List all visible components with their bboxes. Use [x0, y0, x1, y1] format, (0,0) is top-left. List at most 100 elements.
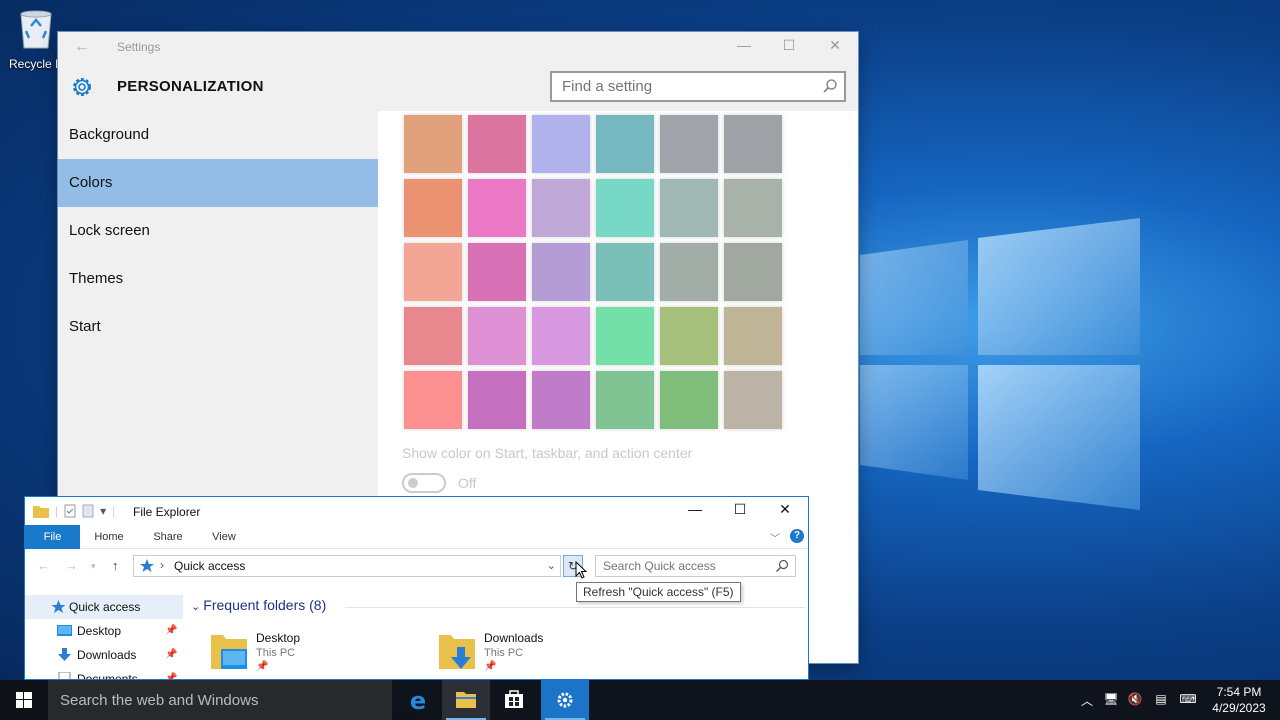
folder-icon — [33, 506, 49, 518]
show-hidden-icons-icon[interactable]: ︿ — [1078, 692, 1096, 708]
color-swatch[interactable] — [404, 179, 462, 237]
edge-icon: e — [410, 687, 426, 715]
store-icon — [505, 690, 523, 708]
taskbar-clock[interactable]: 7:54 PM 4/29/2023 — [1206, 684, 1272, 716]
color-swatch[interactable] — [660, 307, 718, 365]
maximize-button[interactable]: ☐ — [725, 501, 755, 521]
color-swatch[interactable] — [468, 179, 526, 237]
color-swatch[interactable] — [404, 371, 462, 429]
search-input[interactable] — [552, 73, 812, 100]
accent-color-grid — [404, 115, 782, 429]
forward-arrow-icon[interactable]: → — [65, 558, 78, 573]
properties-icon[interactable] — [64, 504, 76, 518]
expand-ribbon-icon[interactable]: ﹀ — [770, 530, 780, 545]
color-swatch[interactable] — [724, 371, 782, 429]
color-swatch[interactable] — [532, 371, 590, 429]
help-icon[interactable]: ? — [790, 529, 804, 543]
color-swatch[interactable] — [724, 115, 782, 173]
color-swatch[interactable] — [404, 243, 462, 301]
tab-share[interactable]: Share — [147, 525, 189, 549]
find-setting-search[interactable] — [550, 71, 846, 102]
color-swatch[interactable] — [660, 243, 718, 301]
minimize-button[interactable]: — — [680, 501, 710, 521]
close-button[interactable]: ✕ — [770, 501, 800, 521]
pin-icon: 📌 — [165, 673, 178, 680]
address-bar-row: ← → ▾ ↑ › Quick access ⌄ ↻ — [25, 549, 808, 583]
color-swatch[interactable] — [468, 243, 526, 301]
sidebar-item-themes[interactable]: Themes — [58, 255, 378, 303]
color-swatch[interactable] — [532, 307, 590, 365]
nav-item-desktop[interactable]: Desktop 📌 — [25, 619, 183, 643]
show-color-label: Show color on Start, taskbar, and action… — [402, 445, 693, 461]
color-swatch[interactable] — [596, 243, 654, 301]
address-bar[interactable]: › Quick access ⌄ — [133, 555, 561, 577]
minimize-button[interactable]: — — [734, 37, 754, 57]
search-input[interactable] — [596, 556, 766, 576]
recent-locations-icon[interactable]: ▾ — [91, 561, 96, 572]
network-icon[interactable]: 🖥 — [1102, 692, 1120, 708]
color-swatch[interactable] — [596, 115, 654, 173]
color-swatch[interactable] — [532, 243, 590, 301]
folder-tile-desktop[interactable]: Desktop This PC 📌 — [185, 629, 385, 679]
color-swatch[interactable] — [532, 115, 590, 173]
ribbon-tabs: File Home Share View ﹀ ? — [25, 525, 808, 549]
nav-item-label: Documents — [77, 672, 138, 680]
sidebar-item-start[interactable]: Start — [58, 303, 378, 351]
color-swatch[interactable] — [468, 371, 526, 429]
breadcrumb-quick-access[interactable]: Quick access — [174, 559, 245, 573]
tab-file[interactable]: File — [25, 525, 80, 549]
nav-item-downloads[interactable]: Downloads 📌 — [25, 643, 183, 667]
quick-access-star-icon — [140, 559, 154, 572]
taskbar-file-explorer[interactable] — [442, 680, 490, 720]
back-arrow-icon[interactable]: ← — [74, 38, 90, 56]
sidebar-item-background[interactable]: Background — [58, 111, 378, 159]
show-color-toggle[interactable] — [402, 473, 446, 493]
content-pane: ⌄ Frequent folders (8) Desktop This PC 📌… — [185, 595, 805, 679]
nav-item-quick-access[interactable]: Quick access — [25, 595, 183, 619]
color-swatch[interactable] — [596, 371, 654, 429]
color-swatch[interactable] — [660, 115, 718, 173]
address-dropdown-icon[interactable]: ⌄ — [547, 559, 556, 572]
taskbar-search[interactable]: Search the web and Windows — [48, 680, 392, 720]
color-swatch[interactable] — [596, 179, 654, 237]
start-button[interactable] — [0, 680, 48, 720]
desktop-folder-icon — [211, 635, 247, 669]
taskbar-store[interactable] — [490, 680, 538, 720]
maximize-button[interactable]: ☐ — [779, 37, 799, 57]
customize-toolbar-dropdown-icon[interactable]: ▾ — [100, 504, 106, 518]
frequent-folders-header[interactable]: ⌄ Frequent folders (8) — [191, 597, 326, 613]
keyboard-icon[interactable]: ⌨ — [1176, 692, 1200, 708]
color-swatch[interactable] — [404, 307, 462, 365]
color-swatch[interactable] — [596, 307, 654, 365]
search-icon[interactable] — [822, 78, 838, 94]
color-swatch[interactable] — [724, 179, 782, 237]
volume-muted-icon[interactable]: 🔇 — [1126, 692, 1144, 708]
search-icon[interactable] — [775, 559, 789, 573]
color-swatch[interactable] — [468, 307, 526, 365]
breadcrumb-separator-icon: › — [160, 558, 164, 572]
color-swatch[interactable] — [532, 179, 590, 237]
color-swatch[interactable] — [468, 115, 526, 173]
color-swatch[interactable] — [660, 371, 718, 429]
folder-tile-downloads[interactable]: Downloads This PC 📌 — [413, 629, 613, 679]
windows-logo-wallpaper — [860, 218, 1140, 510]
taskbar-settings[interactable] — [541, 680, 589, 720]
sidebar-item-lock-screen[interactable]: Lock screen — [58, 207, 378, 255]
close-button[interactable]: ✕ — [825, 37, 845, 57]
navigation-pane: Quick access Desktop 📌 Downloads 📌 Docum… — [25, 595, 183, 680]
color-swatch[interactable] — [660, 179, 718, 237]
color-swatch[interactable] — [724, 243, 782, 301]
color-swatch[interactable] — [404, 115, 462, 173]
sidebar-item-colors[interactable]: Colors — [58, 159, 378, 207]
color-swatch[interactable] — [724, 307, 782, 365]
new-folder-icon[interactable] — [82, 504, 94, 518]
up-arrow-icon[interactable]: ↑ — [112, 558, 119, 573]
explorer-search-box[interactable] — [595, 555, 796, 577]
tab-view[interactable]: View — [205, 525, 243, 549]
action-center-icon[interactable]: ▤ — [1152, 692, 1170, 708]
back-arrow-icon[interactable]: ← — [37, 558, 50, 573]
tab-home[interactable]: Home — [87, 525, 131, 549]
taskbar-edge[interactable]: e — [394, 680, 442, 720]
explorer-titlebar: | ▾ | File Explorer — ☐ ✕ — [25, 497, 808, 525]
nav-item-documents[interactable]: Documents 📌 — [25, 667, 183, 680]
